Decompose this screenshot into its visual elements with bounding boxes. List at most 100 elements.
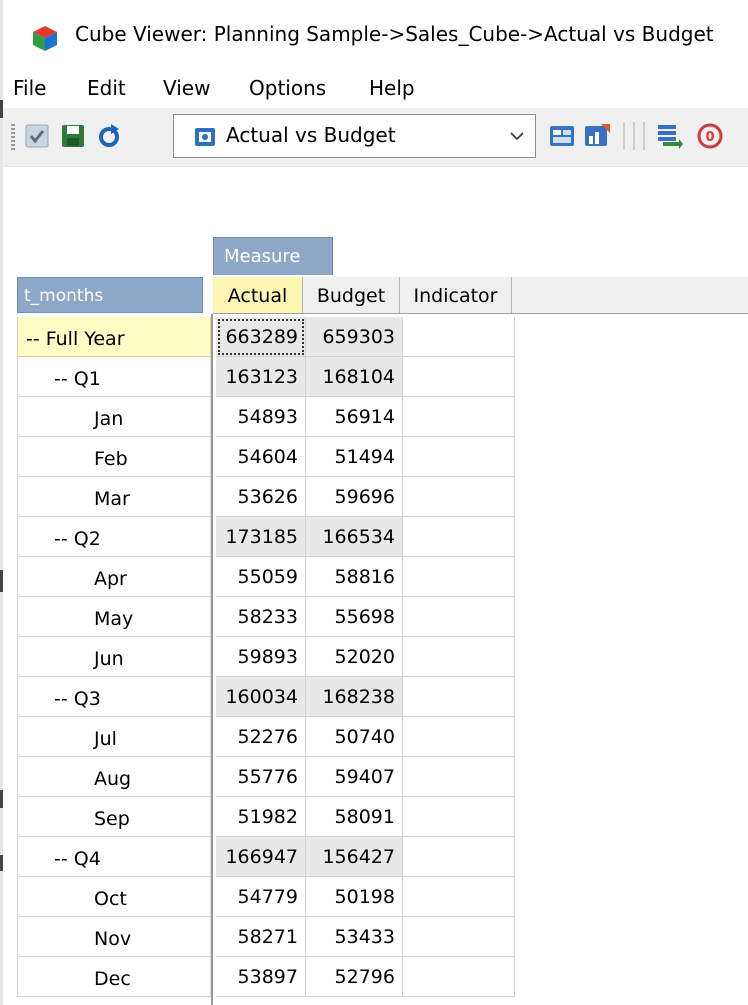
column-dimension-header[interactable]: Measure <box>213 237 333 275</box>
cell-actual[interactable]: 51982 <box>216 797 306 837</box>
cell-budget[interactable]: 51494 <box>306 437 403 477</box>
cube-app-icon <box>33 26 57 51</box>
cell-budget[interactable]: 50740 <box>306 717 403 757</box>
row-label[interactable]: Oct <box>17 877 211 917</box>
toolbar-grip[interactable] <box>11 124 15 150</box>
export-icon[interactable] <box>548 122 576 150</box>
cell-indicator[interactable] <box>403 437 515 477</box>
row-label[interactable]: Mar <box>17 477 211 517</box>
cell-budget[interactable]: 659303 <box>306 317 403 357</box>
cell-budget[interactable]: 52020 <box>306 637 403 677</box>
cell-budget[interactable]: 58816 <box>306 557 403 597</box>
row-label[interactable]: -- Q3 <box>17 677 211 717</box>
row-label[interactable]: Aug <box>17 757 211 797</box>
cell-actual[interactable]: 663289 <box>216 317 306 357</box>
cell-actual[interactable]: 166947 <box>216 837 306 877</box>
cell-budget[interactable]: 168238 <box>306 677 403 717</box>
row-label[interactable]: Jun <box>17 637 211 677</box>
menu-file[interactable]: File <box>13 76 46 100</box>
toolbar-separator <box>633 122 635 150</box>
row-dimension-header[interactable]: t_months <box>17 277 203 313</box>
row-label[interactable]: -- Q4 <box>17 837 211 877</box>
cell-budget[interactable]: 55698 <box>306 597 403 637</box>
menu-options[interactable]: Options <box>249 76 326 100</box>
toolbar-separator <box>623 122 625 150</box>
cell-indicator[interactable] <box>403 757 515 797</box>
cell-actual[interactable]: 173185 <box>216 517 306 557</box>
cell-budget[interactable]: 56914 <box>306 397 403 437</box>
column-header-budget[interactable]: Budget <box>303 277 400 313</box>
chart-icon[interactable] <box>583 122 611 150</box>
cell-budget[interactable]: 58091 <box>306 797 403 837</box>
cell-actual[interactable]: 55776 <box>216 757 306 797</box>
cell-actual[interactable]: 163123 <box>216 357 306 397</box>
column-header-indicator[interactable]: Indicator <box>400 277 512 313</box>
cell-budget[interactable]: 59407 <box>306 757 403 797</box>
row-label[interactable]: Dec <box>17 957 211 997</box>
cell-indicator[interactable] <box>403 597 515 637</box>
row-label[interactable]: Sep <box>17 797 211 837</box>
row-label[interactable]: Feb <box>17 437 211 477</box>
column-header-row: Actual Budget Indicator <box>213 277 748 314</box>
row-label[interactable]: Jul <box>17 717 211 757</box>
cell-indicator[interactable] <box>403 477 515 517</box>
save-icon[interactable] <box>59 122 87 150</box>
cell-indicator[interactable] <box>403 837 515 877</box>
cell-actual[interactable]: 54779 <box>216 877 306 917</box>
cell-indicator[interactable] <box>403 877 515 917</box>
view-selector-dropdown[interactable]: Actual vs Budget <box>173 114 536 158</box>
row-label[interactable]: Nov <box>17 917 211 957</box>
svg-text:0: 0 <box>705 130 714 145</box>
cell-indicator[interactable] <box>403 557 515 597</box>
suppress-zero-icon[interactable]: 0 <box>696 122 724 150</box>
title-bar: Cube Viewer: Planning Sample->Sales_Cube… <box>3 0 748 70</box>
row-label[interactable]: -- Q1 <box>17 357 211 397</box>
cell-budget[interactable]: 156427 <box>306 837 403 877</box>
menu-help[interactable]: Help <box>369 76 415 100</box>
selected-view-label: Actual vs Budget <box>226 123 396 147</box>
grid-divider <box>211 314 213 1005</box>
row-label[interactable]: Apr <box>17 557 211 597</box>
dropdown-caret-icon <box>510 132 524 141</box>
cell-actual[interactable]: 52276 <box>216 717 306 757</box>
cell-actual[interactable]: 160034 <box>216 677 306 717</box>
cell-actual[interactable]: 53626 <box>216 477 306 517</box>
cell-budget[interactable]: 166534 <box>306 517 403 557</box>
cell-budget[interactable]: 50198 <box>306 877 403 917</box>
row-label[interactable]: -- Q2 <box>17 517 211 557</box>
column-swap-icon[interactable] <box>655 122 683 150</box>
cell-budget[interactable]: 59696 <box>306 477 403 517</box>
cell-indicator[interactable] <box>403 717 515 757</box>
cell-budget[interactable]: 52796 <box>306 957 403 997</box>
commit-check-icon[interactable] <box>23 122 51 150</box>
cell-indicator[interactable] <box>403 957 515 997</box>
cell-indicator[interactable] <box>403 317 515 357</box>
menu-edit[interactable]: Edit <box>87 76 126 100</box>
cell-actual[interactable]: 59893 <box>216 637 306 677</box>
row-label[interactable]: -- Full Year <box>17 317 211 357</box>
cell-indicator[interactable] <box>403 357 515 397</box>
cell-actual[interactable]: 53897 <box>216 957 306 997</box>
cell-indicator[interactable] <box>403 637 515 677</box>
row-label[interactable]: Jan <box>17 397 211 437</box>
cell-actual[interactable]: 58271 <box>216 917 306 957</box>
cell-indicator[interactable] <box>403 917 515 957</box>
cell-indicator[interactable] <box>403 677 515 717</box>
view-icon <box>195 128 215 146</box>
cell-actual[interactable]: 55059 <box>216 557 306 597</box>
menu-view[interactable]: View <box>163 76 210 100</box>
cell-indicator[interactable] <box>403 517 515 557</box>
row-label[interactable]: May <box>17 597 211 637</box>
cell-indicator[interactable] <box>403 797 515 837</box>
cell-budget[interactable]: 53433 <box>306 917 403 957</box>
cell-actual[interactable]: 54893 <box>216 397 306 437</box>
window-title: Cube Viewer: Planning Sample->Sales_Cube… <box>75 22 714 46</box>
cell-actual[interactable]: 54604 <box>216 437 306 477</box>
recalculate-icon[interactable] <box>95 122 123 150</box>
cell-budget[interactable]: 168104 <box>306 357 403 397</box>
toolbar-separator <box>643 122 645 150</box>
column-header-actual[interactable]: Actual <box>213 277 303 313</box>
cell-indicator[interactable] <box>403 397 515 437</box>
toolbar: Actual vs Budget 0 <box>3 108 748 167</box>
cell-actual[interactable]: 58233 <box>216 597 306 637</box>
